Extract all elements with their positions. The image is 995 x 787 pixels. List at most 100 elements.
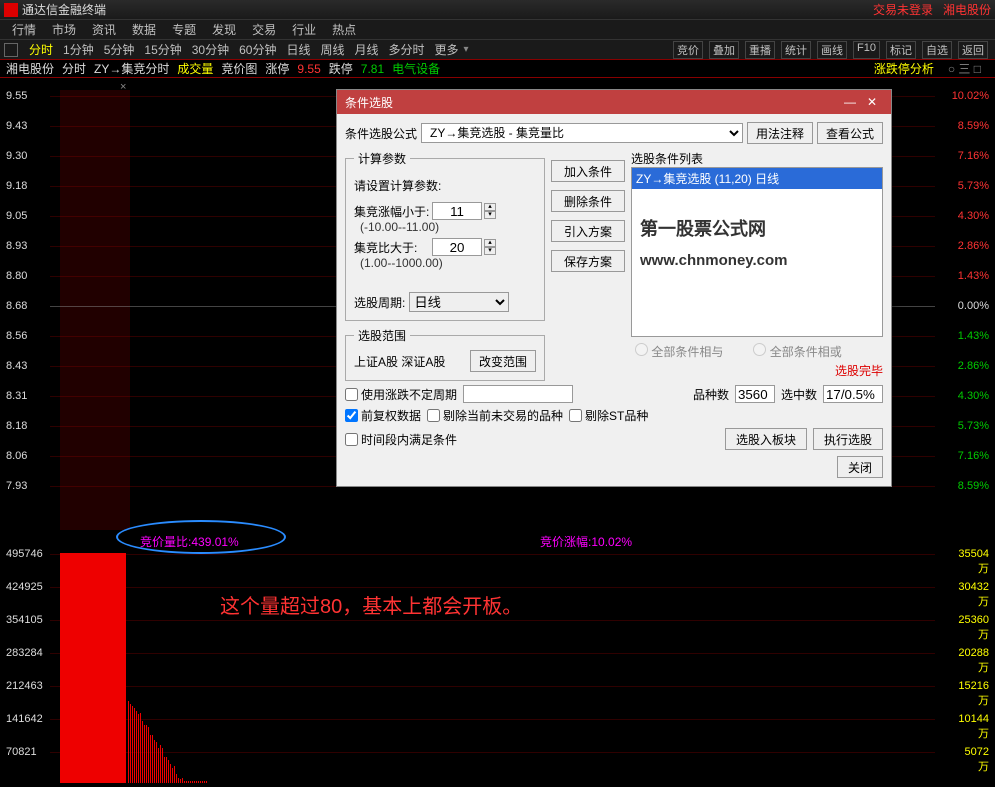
menu-item[interactable]: 发现 <box>212 21 236 38</box>
minimize-icon[interactable]: — <box>839 95 861 109</box>
done-label: 选股完毕 <box>631 362 883 379</box>
chevron-down-icon[interactable]: ▾ <box>464 44 469 55</box>
close-button[interactable]: 关闭 <box>837 456 883 478</box>
tf-item[interactable]: 周线 <box>320 41 344 58</box>
tf-item[interactable]: 日线 <box>286 41 310 58</box>
condition-item[interactable]: ZY→集竞选股 (11,20) 日线 <box>632 168 882 189</box>
volume-bars <box>60 548 940 783</box>
menu-item[interactable]: 市场 <box>52 21 76 38</box>
spin-down-icon[interactable]: ▾ <box>484 211 496 219</box>
layout-icons[interactable]: ○ 三 □ <box>948 60 981 77</box>
run-filter-button[interactable]: 执行选股 <box>813 428 883 450</box>
params-note: 请设置计算参数: <box>354 177 536 194</box>
menu-item[interactable]: 数据 <box>132 21 156 38</box>
toolbar-right: 竞价 叠加 重播 统计 画线 F10 标记 自选 返回 <box>670 41 991 59</box>
menu-item[interactable]: 行情 <box>12 21 36 38</box>
period-input[interactable] <box>463 385 573 403</box>
cb-exclude-notrade[interactable]: 剔除当前未交易的品种 <box>427 407 563 424</box>
tf-item[interactable]: 多分时 <box>389 41 425 58</box>
dialog-titlebar[interactable]: 条件选股 — ✕ <box>337 90 891 114</box>
spin-down-icon[interactable]: ▾ <box>484 247 496 255</box>
app-logo-icon <box>4 3 18 17</box>
tf-item[interactable]: 30分钟 <box>192 41 229 58</box>
tf-item[interactable]: 5分钟 <box>104 41 135 58</box>
cb-timerange[interactable]: 时间段内满足条件 <box>345 431 457 448</box>
login-status[interactable]: 交易未登录 <box>873 1 933 18</box>
p2-label: 集竞比大于: <box>354 239 432 256</box>
tool-btn[interactable]: 返回 <box>958 41 988 59</box>
p1-input[interactable] <box>432 202 482 220</box>
info-bidchart: 竞价图 <box>221 60 257 77</box>
formula-label: 条件选股公式 <box>345 125 417 142</box>
delete-condition-button[interactable]: 删除条件 <box>551 190 625 212</box>
analysis-link[interactable]: 涨跌停分析 <box>874 60 934 77</box>
tf-item[interactable]: 1分钟 <box>63 41 94 58</box>
tool-btn[interactable]: 叠加 <box>709 41 739 59</box>
menu-item[interactable]: 资讯 <box>92 21 116 38</box>
menu-item[interactable]: 专题 <box>172 21 196 38</box>
radio-and[interactable]: 全部条件相与 <box>635 343 723 360</box>
tf-item[interactable]: 60分钟 <box>239 41 276 58</box>
radio-or[interactable]: 全部条件相或 <box>753 343 841 360</box>
info-sector: 电气设备 <box>392 60 440 77</box>
tool-btn[interactable]: 统计 <box>781 41 811 59</box>
menu-item[interactable]: 交易 <box>252 21 276 38</box>
view-formula-button[interactable]: 查看公式 <box>817 122 883 144</box>
tf-item[interactable]: 15分钟 <box>144 41 181 58</box>
menu-item[interactable]: 行业 <box>292 21 316 38</box>
tf-item[interactable]: 月线 <box>355 41 379 58</box>
tf-item[interactable]: 分时 <box>29 41 53 58</box>
indicator-box-icon[interactable] <box>4 43 18 57</box>
info-bar: 湘电股份 分时 ZY→集竞分时 成交量 竞价图 涨停 9.55 跌停 7.81 … <box>0 60 995 78</box>
p1-range: (-10.00--11.00) <box>360 220 439 234</box>
options-area: 使用涨跌不定周期 品种数 选中数 前复权数据 剔除当前未交易的品种 剔除ST品种… <box>345 385 883 478</box>
usage-button[interactable]: 用法注释 <box>747 122 813 144</box>
tool-btn[interactable]: 画线 <box>817 41 847 59</box>
menu-item[interactable]: 热点 <box>332 21 356 38</box>
tool-btn[interactable]: F10 <box>853 41 880 59</box>
title-stock[interactable]: 湘电股份 <box>943 1 991 18</box>
info-up: 涨停 <box>265 60 289 77</box>
add-condition-button[interactable]: 加入条件 <box>551 160 625 182</box>
info-stock: 湘电股份 <box>6 60 54 77</box>
tool-btn[interactable]: 重播 <box>745 41 775 59</box>
hit-label: 选中数 <box>781 386 817 403</box>
import-plan-button[interactable]: 引入方案 <box>551 220 625 242</box>
info-indicator: ZY→集竞分时 <box>94 60 169 77</box>
info-downv: 7.81 <box>361 62 384 76</box>
close-icon[interactable]: ✕ <box>861 95 883 109</box>
scope-legend: 选股范围 <box>354 327 410 344</box>
dialog-title: 条件选股 <box>345 94 393 111</box>
scope-text: 上证A股 深证A股 <box>354 353 445 370</box>
p2-range: (1.00--1000.00) <box>360 256 443 270</box>
params-legend: 计算参数 <box>354 150 410 167</box>
period-select[interactable]: 日线 <box>409 292 509 312</box>
add-to-block-button[interactable]: 选股入板块 <box>725 428 807 450</box>
titlebar: 通达信金融终端 交易未登录 湘电股份 <box>0 0 995 20</box>
formula-select[interactable]: ZY→集竞选股 - 集竞量比 <box>421 123 743 143</box>
change-scope-button[interactable]: 改变范围 <box>470 350 536 372</box>
app-title: 通达信金融终端 <box>22 1 106 18</box>
spin-up-icon[interactable]: ▴ <box>484 239 496 247</box>
tf-item[interactable]: 更多 <box>435 41 459 58</box>
cb-exclude-st[interactable]: 剔除ST品种 <box>569 407 648 424</box>
info-vol: 成交量 <box>177 60 213 77</box>
spin-up-icon[interactable]: ▴ <box>484 203 496 211</box>
tool-btn[interactable]: 自选 <box>922 41 952 59</box>
save-plan-button[interactable]: 保存方案 <box>551 250 625 272</box>
scope-fieldset: 选股范围 上证A股 深证A股 改变范围 <box>345 327 545 381</box>
tool-btn[interactable]: 竞价 <box>673 41 703 59</box>
period-label: 选股周期: <box>354 294 405 311</box>
hit-value <box>823 385 883 403</box>
p2-input[interactable] <box>432 238 482 256</box>
condlist-label: 选股条件列表 <box>631 150 883 167</box>
cb-fuquan[interactable]: 前复权数据 <box>345 407 421 424</box>
condition-list[interactable]: ZY→集竞选股 (11,20) 日线 <box>631 167 883 337</box>
tool-btn[interactable]: 标记 <box>886 41 916 59</box>
count-value <box>735 385 775 403</box>
timeframe-bar: 分时 1分钟 5分钟 15分钟 30分钟 60分钟 日线 周线 月线 多分时 更… <box>0 40 995 60</box>
stock-filter-dialog: 条件选股 — ✕ 条件选股公式 ZY→集竞选股 - 集竞量比 用法注释 查看公式… <box>336 89 892 487</box>
count-label: 品种数 <box>693 386 729 403</box>
info-upv: 9.55 <box>297 62 320 76</box>
cb-period[interactable]: 使用涨跌不定周期 <box>345 386 457 403</box>
